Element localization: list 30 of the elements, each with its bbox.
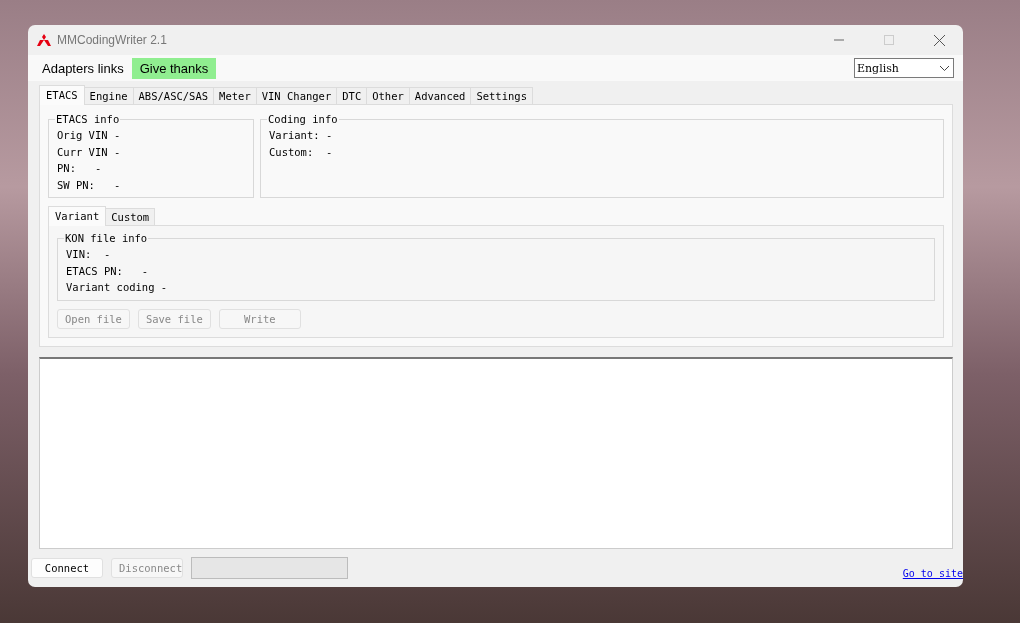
- group-title: Coding info: [267, 113, 339, 125]
- chevron-down-icon: [940, 65, 949, 71]
- maximize-icon[interactable]: [884, 35, 894, 45]
- go-to-site-link[interactable]: Go to site: [902, 568, 963, 579]
- info-line: VIN: -: [66, 247, 111, 263]
- tab[interactable]: Engine: [83, 87, 134, 104]
- info-line: Custom: -: [269, 144, 333, 160]
- info-line: SW PN: -: [57, 177, 121, 193]
- tab[interactable]: Settings: [470, 87, 533, 104]
- tab[interactable]: ABS/ASC/SAS: [132, 87, 215, 104]
- group-title: KON file info: [64, 232, 149, 244]
- info-line: Orig VIN -: [57, 128, 121, 144]
- diamond-logo-icon: [37, 34, 51, 46]
- tab[interactable]: ETACS: [39, 85, 85, 105]
- info-line: Curr VIN -: [57, 144, 121, 160]
- menu-item[interactable]: Give thanks: [131, 57, 217, 79]
- tab[interactable]: VIN Changer: [255, 87, 338, 104]
- window-title: MMCodingWriter 2.1: [57, 33, 167, 47]
- connection-button[interactable]: Connect: [31, 558, 103, 578]
- group-title: ETACS info: [55, 113, 121, 125]
- info-line: Variant coding -: [66, 280, 168, 296]
- info-line: Variant: -: [269, 128, 333, 144]
- close-icon[interactable]: [934, 34, 945, 46]
- info-line: ETACS PN: -: [66, 263, 149, 279]
- menu-item[interactable]: Adapters links: [34, 57, 132, 79]
- tab[interactable]: Variant: [48, 206, 107, 226]
- log-area[interactable]: [39, 356, 953, 549]
- tab[interactable]: Custom: [105, 208, 156, 225]
- language-dropdown[interactable]: English: [854, 58, 954, 78]
- info-line: PN: -: [57, 161, 102, 177]
